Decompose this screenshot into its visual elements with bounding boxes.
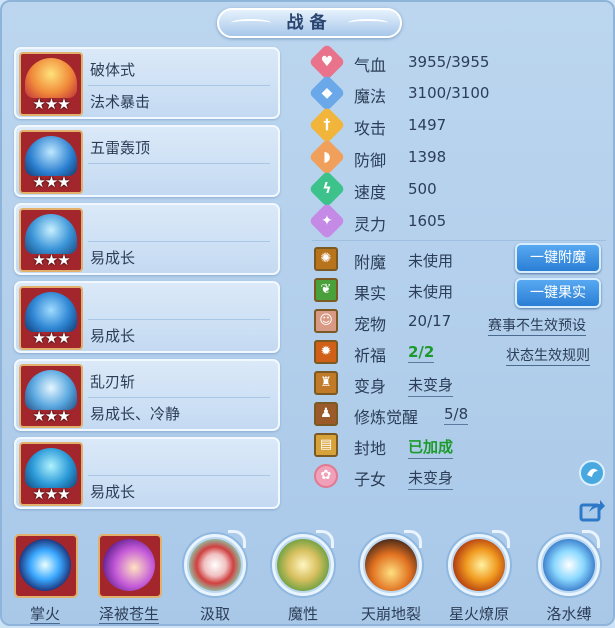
card-separator xyxy=(88,397,270,398)
bottom-skill[interactable]: 汲取 xyxy=(180,524,250,624)
card-separator xyxy=(88,241,270,242)
swirl-pet-icon: ★★★ xyxy=(19,286,83,350)
card-separator xyxy=(88,163,270,164)
stat-hp: ♥ 气血 3955/3955 xyxy=(308,43,604,81)
card-separator xyxy=(88,319,270,320)
skill-card[interactable]: ★★★ 破体式 法术暴击 xyxy=(14,47,280,119)
starfire-icon xyxy=(453,539,505,591)
stat-speed: ϟ 速度 500 xyxy=(308,170,604,208)
bottom-skill[interactable]: 星火燎原 xyxy=(444,524,514,624)
share-icon[interactable] xyxy=(578,495,606,523)
palm-fire-icon xyxy=(19,539,71,591)
popsicle-skill-icon: ★★★ xyxy=(19,52,83,116)
blessing-hand-icon xyxy=(103,539,155,591)
fief-icon: ▤ xyxy=(314,433,338,457)
equipment-panel: 战备 ★★★ 破体式 法术暴击 ★★★ 五雷轰顶 ★★★ 易成长 ★★★ 易成长 xyxy=(0,0,615,626)
bottom-skill-bar: 掌火 泽被苍生 汲取 魔性 天崩地裂 星火燎原 洛水缚 xyxy=(2,524,615,628)
demonic-icon xyxy=(277,539,329,591)
stat-spirit: ✦ 灵力 1605 xyxy=(308,202,604,240)
cultivate-icon: ♟ xyxy=(314,402,338,426)
skill-card[interactable]: ★★★ 五雷轰顶 xyxy=(14,125,280,197)
armor-pet-icon: ★★★ xyxy=(19,208,83,272)
skill-card[interactable]: ★★★ 易成长 xyxy=(14,203,280,275)
earthquake-icon xyxy=(365,539,417,591)
card-line1: 乱刃斩 xyxy=(90,373,136,391)
card-line2: 易成长 xyxy=(90,327,136,345)
swirl-icon[interactable] xyxy=(578,459,606,487)
enchant-icon: ✺ xyxy=(314,247,338,271)
skill-card[interactable]: ★★★ 易成长 xyxy=(14,437,280,509)
absorb-icon xyxy=(189,539,241,591)
card-separator xyxy=(88,85,270,86)
row-cultivate: ♟ 修炼觉醒 5/8 xyxy=(314,402,614,430)
right-ornament xyxy=(348,19,388,27)
card-line2: 法术暴击 xyxy=(90,93,151,111)
fruit-icon: ❦ xyxy=(314,278,338,302)
transform-icon: ♜ xyxy=(314,371,338,395)
water-bind-icon xyxy=(543,539,595,591)
panel-title: 战备 xyxy=(217,8,402,38)
row-child: ✿ 子女 未变身 xyxy=(314,464,614,492)
child-icon: ✿ xyxy=(314,464,338,488)
card-separator xyxy=(88,475,270,476)
card-line2: 易成长、冷静 xyxy=(90,405,181,423)
bottom-skill[interactable]: 洛水缚 xyxy=(534,524,604,624)
blade-pet-icon: ★★★ xyxy=(19,364,83,428)
rules-link[interactable]: 状态生效规则 xyxy=(506,345,590,366)
card-line2: 易成长 xyxy=(90,483,136,501)
stat-defense: ◗ 防御 1398 xyxy=(308,138,604,176)
enchant-all-button[interactable]: 一键附魔 xyxy=(515,243,601,273)
pet-portrait-icon: ☺ xyxy=(314,309,338,333)
card-line1: 五雷轰顶 xyxy=(90,139,151,157)
crystal-pet-icon: ★★★ xyxy=(19,442,83,506)
thunder-pet-icon: ★★★ xyxy=(19,130,83,194)
bottom-skill[interactable]: 泽被苍生 xyxy=(94,524,164,624)
bless-icon: ✹ xyxy=(314,340,338,364)
card-line1: 破体式 xyxy=(90,61,136,79)
bottom-skill[interactable]: 掌火 xyxy=(10,524,80,624)
bottom-skill[interactable]: 魔性 xyxy=(268,524,338,624)
title-text: 战备 xyxy=(286,13,333,33)
stat-mp: ◆ 魔法 3100/3100 xyxy=(308,74,604,112)
stat-attack: † 攻击 1497 xyxy=(308,106,604,144)
skill-card[interactable]: ★★★ 易成长 xyxy=(14,281,280,353)
row-fief: ▤ 封地 已加成 xyxy=(314,433,614,461)
skill-card[interactable]: ★★★ 乱刃斩 易成长、冷静 xyxy=(14,359,280,431)
left-ornament xyxy=(231,19,271,27)
section-divider xyxy=(312,240,606,241)
card-line2: 易成长 xyxy=(90,249,136,267)
row-transform: ♜ 变身 未变身 xyxy=(314,371,614,399)
preset-link[interactable]: 赛事不生效预设 xyxy=(488,315,586,336)
fruit-all-button[interactable]: 一键果实 xyxy=(515,278,601,308)
bottom-skill[interactable]: 天崩地裂 xyxy=(356,524,426,624)
